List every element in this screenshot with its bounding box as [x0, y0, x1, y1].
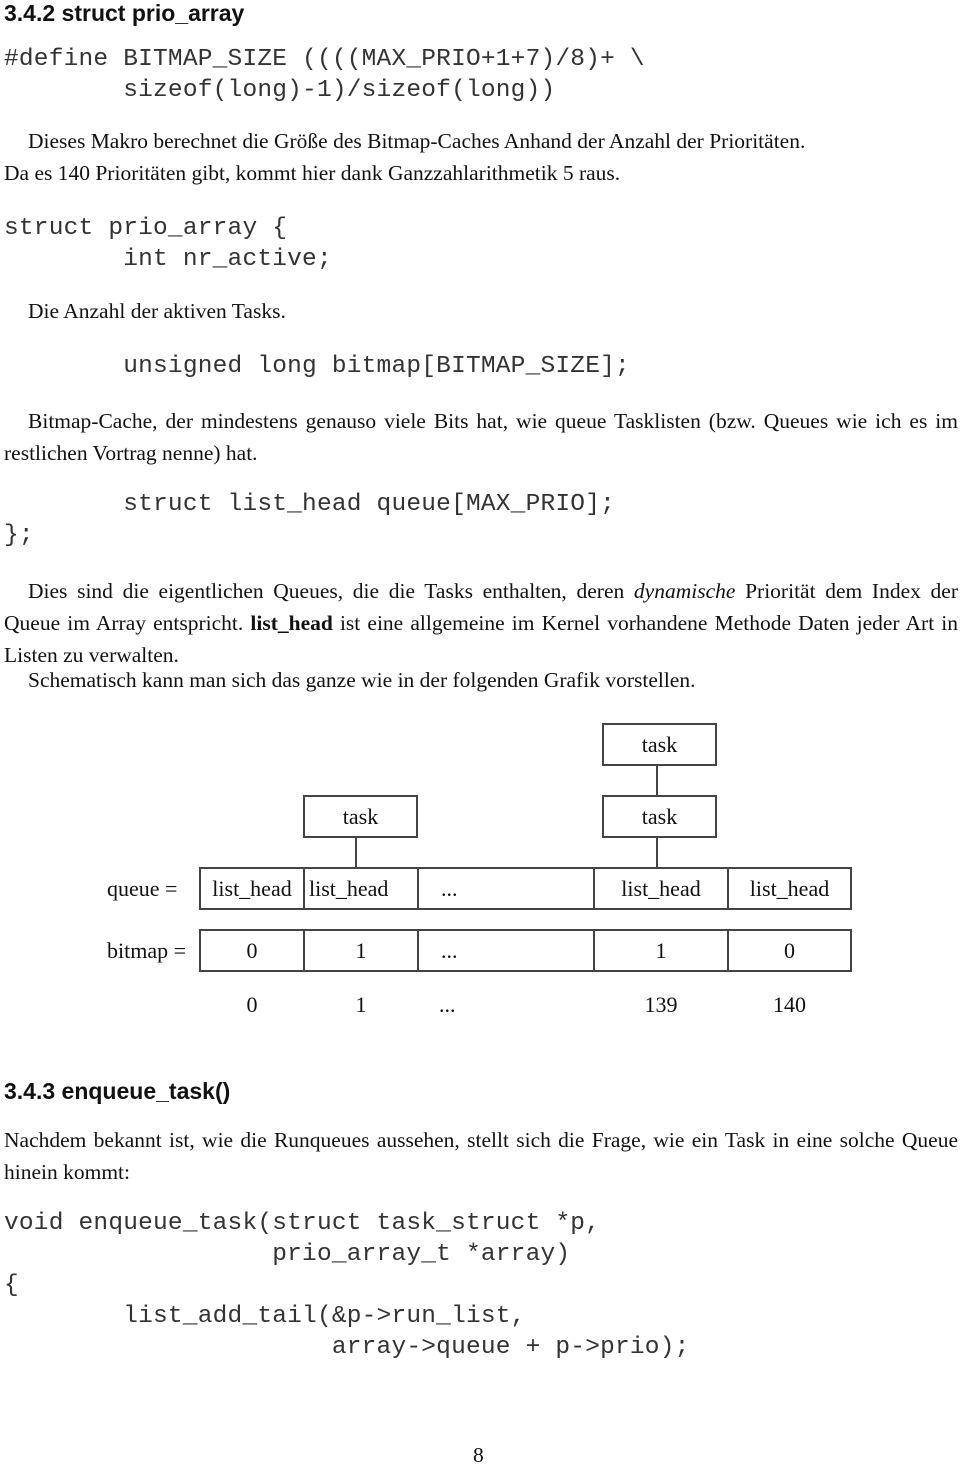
bitmap-cell: 1: [655, 937, 667, 963]
code-line: array->queue + p->prio);: [4, 1334, 690, 1361]
enqueue-intro: Nachdem bekannt ist, wie die Runqueues a…: [4, 1128, 958, 1184]
bitmap-cell: 1: [355, 937, 367, 963]
index-labels-row: 0 1 ... 139 140: [201, 990, 850, 1020]
struct-open: struct prio_array {: [4, 215, 288, 242]
index-label: ...: [439, 992, 456, 1017]
index-label: 0: [246, 992, 258, 1017]
task-label: task: [641, 803, 678, 829]
index-label: 140: [773, 992, 806, 1017]
task-label: task: [641, 731, 678, 757]
code-line: {: [4, 1272, 19, 1299]
task-box: task: [602, 723, 717, 766]
index-label: 139: [644, 992, 678, 1017]
section-heading-3-4-3: 3.4.3 enqueue_task(): [4, 1078, 231, 1104]
define-line-1: #define BITMAP_SIZE ((((MAX_PRIO+1+7)/8)…: [4, 46, 645, 73]
task-box: task: [303, 795, 418, 838]
queue-cell: list_head: [749, 875, 830, 901]
macro-description-line-2: Da es 140 Prioritäten gibt, kommt hier d…: [4, 161, 621, 185]
task-link-line: [656, 765, 658, 797]
index-label: 1: [355, 992, 367, 1017]
queue-cell: ...: [441, 875, 458, 901]
queue-desc-bold: list_head: [250, 611, 333, 635]
bitmap-description: Bitmap-Cache, der mindestens genauso vie…: [4, 409, 958, 465]
schema-intro: Schematisch kann man sich das ganze wie …: [28, 668, 696, 692]
bitmap-cell: 0: [784, 937, 795, 963]
define-line-2: sizeof(long)-1)/sizeof(long)): [4, 77, 556, 104]
field-queue: struct list_head queue[MAX_PRIO];: [4, 491, 615, 518]
queue-cell: list_head: [621, 875, 701, 901]
queue-cell: list_head: [212, 875, 292, 901]
nr-active-description: Die Anzahl der aktiven Tasks.: [28, 299, 286, 323]
field-nr-active: int nr_active;: [4, 246, 332, 273]
code-line: list_add_tail(&p->run_list,: [4, 1303, 526, 1330]
macro-description-line-1: Dieses Makro berechnet die Größe des Bit…: [28, 129, 806, 153]
page-number: 8: [473, 1443, 484, 1467]
queue-desc-italic: dynamische: [633, 579, 736, 603]
bitmap-cell: ...: [441, 937, 458, 963]
struct-close: };: [4, 522, 34, 549]
queue-desc-text-1: Dies sind die eigentlichen Queues, die d…: [28, 579, 634, 603]
task-link-line: [355, 837, 357, 869]
task-link-line: [656, 837, 658, 869]
queue-label: queue =: [107, 876, 178, 901]
task-label: task: [342, 803, 379, 829]
code-line: prio_array_t *array): [4, 1241, 571, 1268]
code-line: void enqueue_task(struct task_struct *p,: [4, 1210, 601, 1237]
queue-array-row: list_head list_head ... list_head list_h…: [199, 867, 852, 910]
bitmap-cell: 0: [246, 937, 258, 963]
bitmap-array-row: 0 1 ... 1 0: [199, 929, 852, 972]
queue-description: Dies sind die eigentlichen Queues, die d…: [4, 575, 958, 671]
task-box: task: [602, 795, 717, 838]
section-heading-3-4-2: 3.4.2 struct prio_array: [4, 0, 245, 26]
field-bitmap: unsigned long bitmap[BITMAP_SIZE];: [4, 353, 630, 380]
bitmap-label: bitmap =: [107, 938, 187, 963]
queue-cell: list_head: [309, 875, 389, 901]
